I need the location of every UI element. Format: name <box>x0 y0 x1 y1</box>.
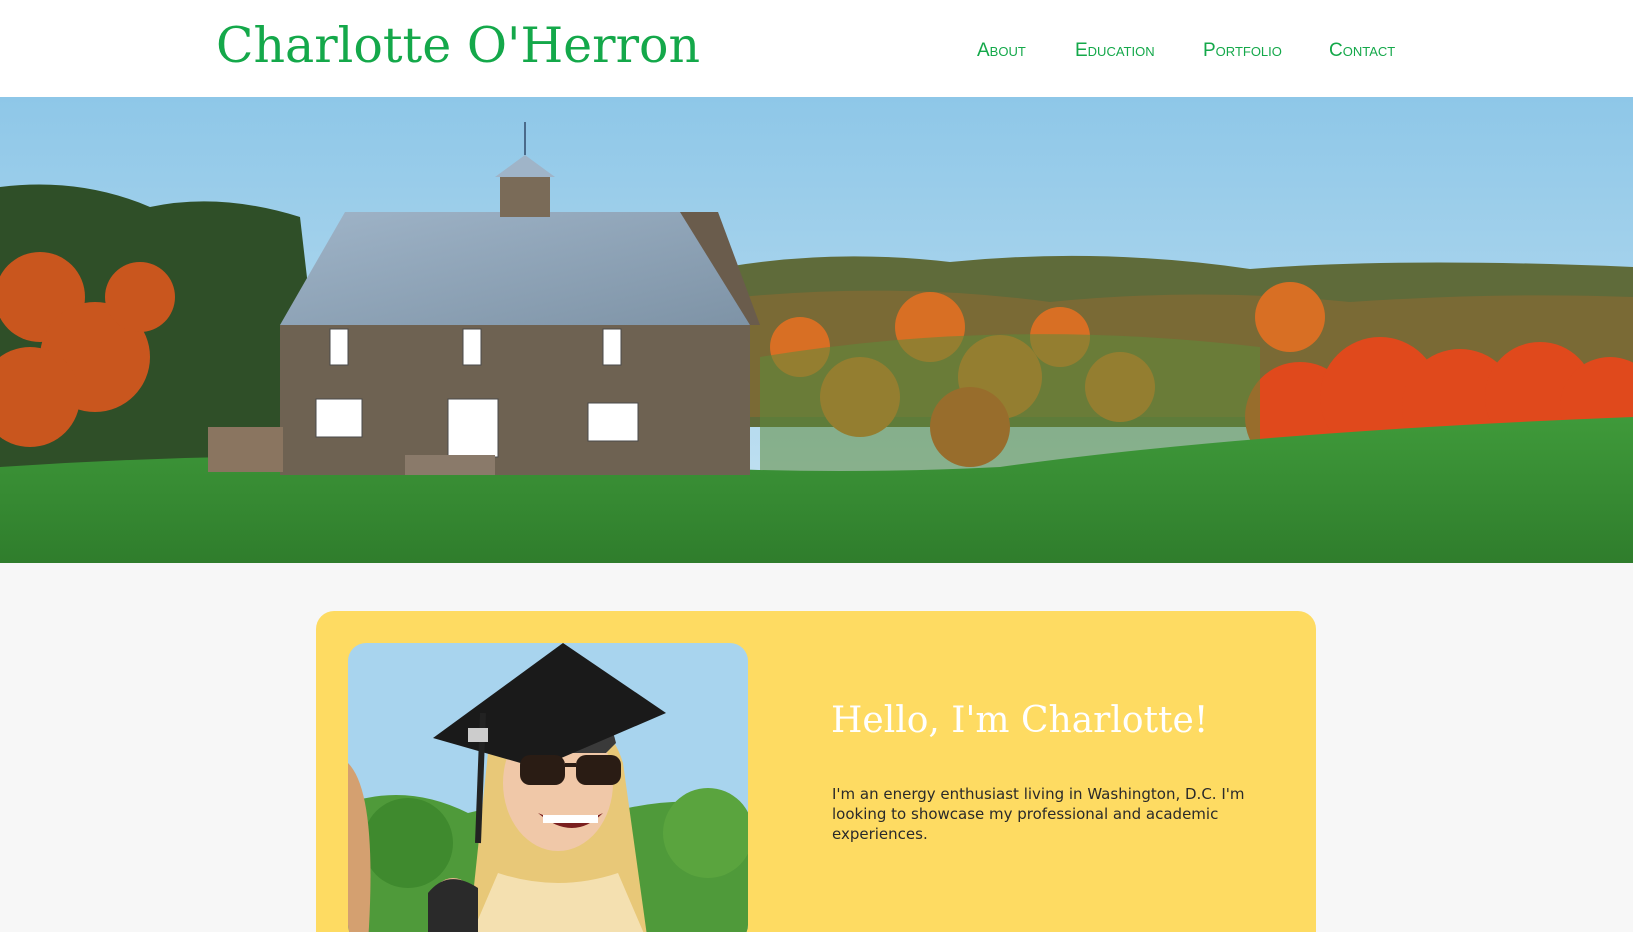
site-header: Charlotte O'Herron About Education Portf… <box>0 0 1633 97</box>
nav-link-contact[interactable]: Contact <box>1329 36 1395 66</box>
intro-heading: Hello, I'm Charlotte! <box>831 700 1209 741</box>
intro-text: I'm an energy enthusiast living in Washi… <box>832 785 1245 843</box>
nav-link-about[interactable]: About <box>977 36 1026 66</box>
profile-photo <box>348 643 748 932</box>
graduation-portrait-illustration <box>348 643 748 932</box>
site-title[interactable]: Charlotte O'Herron <box>216 14 700 78</box>
hero-image <box>0 97 1633 563</box>
nav-link-portfolio[interactable]: Portfolio <box>1203 36 1282 66</box>
hero-landscape-illustration <box>0 97 1633 563</box>
nav-link-education[interactable]: Education <box>1075 36 1155 66</box>
